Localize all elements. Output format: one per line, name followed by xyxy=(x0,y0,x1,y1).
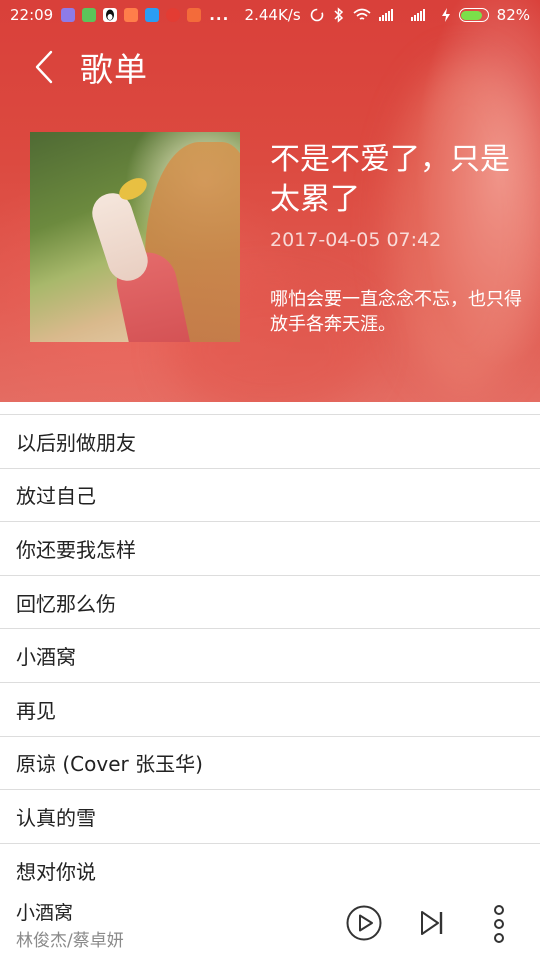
sync-icon xyxy=(310,8,323,22)
play-icon xyxy=(346,905,382,941)
wifi-icon xyxy=(353,8,371,20)
song-row[interactable]: 放过自己 xyxy=(0,467,540,522)
battery-percent: 82% xyxy=(496,6,530,24)
next-button[interactable] xyxy=(419,908,445,938)
page-title: 歌单 xyxy=(80,50,148,89)
playlist-title: 不是不爱了，只是太累了 xyxy=(270,142,510,217)
bluetooth-icon xyxy=(334,7,343,23)
back-button[interactable] xyxy=(12,35,76,99)
battery-level xyxy=(461,10,482,20)
app-notification-icon xyxy=(61,8,76,22)
song-row[interactable]: 你还要我怎样 xyxy=(0,521,540,575)
app-notification-icon xyxy=(145,8,160,22)
song-row[interactable]: 回忆那么伤 xyxy=(0,574,540,629)
now-playing-title: 小酒窝 xyxy=(16,902,74,924)
background-blur xyxy=(390,60,540,390)
alarm-icon xyxy=(166,8,181,22)
chevron-left-icon xyxy=(35,50,53,84)
signal-icon xyxy=(410,9,425,21)
qq-icon xyxy=(103,8,118,22)
status-time: 22:09 xyxy=(10,6,54,24)
more-button[interactable] xyxy=(488,904,510,944)
play-button[interactable] xyxy=(345,904,383,942)
battery-icon xyxy=(458,8,489,22)
more-notifications-icon: ... xyxy=(209,6,230,24)
song-row[interactable]: 小酒窝 xyxy=(0,628,540,682)
app-notification-icon xyxy=(82,8,97,22)
song-row[interactable]: 再见 xyxy=(0,681,540,736)
skip-next-icon xyxy=(421,911,443,935)
playlist-header: 22:09 ... 2.44K/s 82% 歌单 不是不爱了，只是太累了 201… xyxy=(0,0,540,402)
app-notification-icon xyxy=(187,8,202,22)
status-bar: 22:09 ... 2.44K/s 82% xyxy=(0,0,540,30)
song-row[interactable]: 认真的雪 xyxy=(0,789,540,843)
app-notification-icon xyxy=(124,8,139,22)
song-list: 以后别做朋友 放过自己 你还要我怎样 回忆那么伤 小酒窝 再见 原谅 (Cove… xyxy=(0,414,540,897)
playlist-cover-image xyxy=(30,132,240,342)
now-playing-bar[interactable]: 小酒窝 林俊杰/蔡卓妍 xyxy=(0,888,540,960)
now-playing-artist: 林俊杰/蔡卓妍 xyxy=(16,931,124,951)
song-row[interactable]: 原谅 (Cover 张玉华) xyxy=(0,735,540,790)
playlist-date: 2017-04-05 07:42 xyxy=(270,229,442,251)
playlist-description: 哪怕会要一直念念不忘，也只得放手各奔天涯。 xyxy=(270,289,522,335)
charging-icon xyxy=(441,8,450,22)
song-row[interactable]: 以后别做朋友 xyxy=(0,414,540,468)
top-bar: 歌单 xyxy=(0,32,540,102)
more-vertical-icon xyxy=(494,905,504,943)
signal-icon xyxy=(378,9,393,21)
network-speed: 2.44K/s xyxy=(244,6,301,24)
